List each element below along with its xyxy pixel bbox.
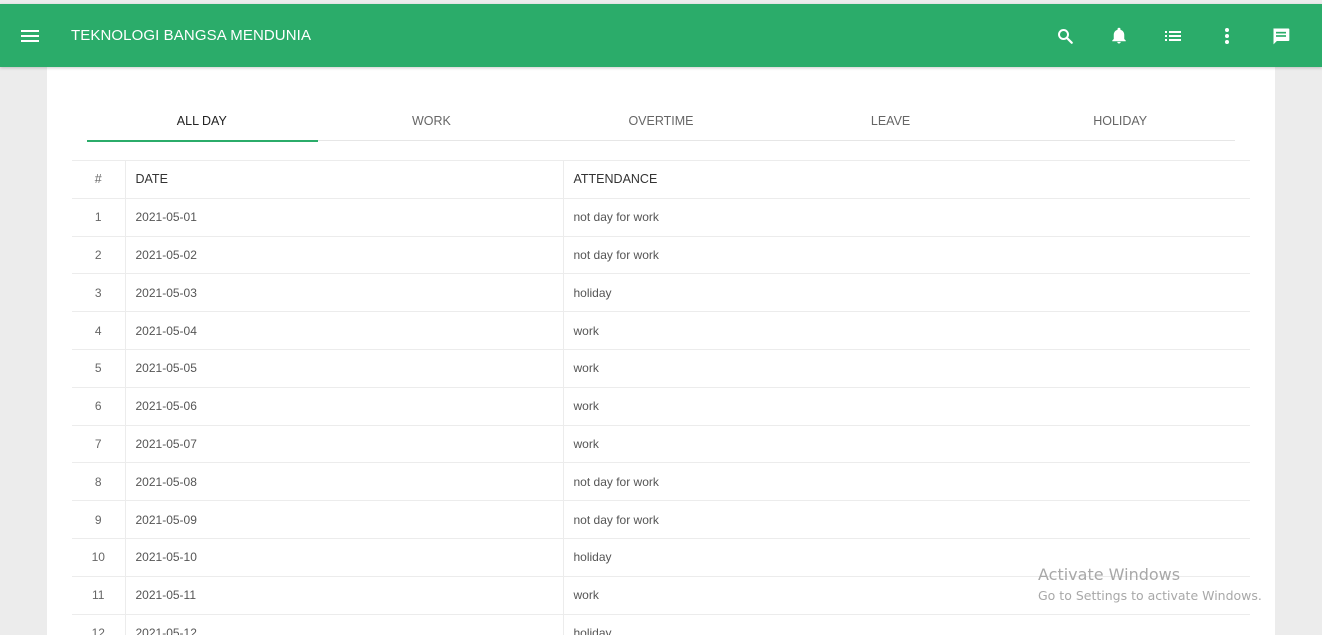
table-header-row: # DATE ATTENDANCE	[72, 160, 1250, 199]
row-date: 2021-05-09	[125, 500, 564, 539]
row-number: 5	[72, 348, 126, 388]
tab-bar: ALL DAY WORK OVERTIME LEAVE HOLIDAY	[87, 101, 1235, 142]
row-date: 2021-05-06	[125, 386, 564, 426]
table-row: 10 2021-05-10 holiday	[72, 537, 1250, 577]
row-date: 2021-05-11	[125, 575, 564, 615]
search-icon	[1058, 28, 1073, 44]
row-date: 2021-05-07	[125, 424, 564, 463]
header-date: DATE	[125, 160, 564, 199]
table-row: 11 2021-05-11 work	[72, 575, 1250, 615]
row-attendance: not day for work	[563, 235, 1250, 274]
row-attendance: work	[563, 424, 1250, 463]
tab-leave[interactable]: LEAVE	[776, 101, 1006, 141]
row-date: 2021-05-10	[125, 537, 564, 577]
row-number: 9	[72, 500, 126, 539]
row-attendance: not day for work	[563, 197, 1250, 237]
app-title: TEKNOLOGI BANGSA MENDUNIA	[71, 27, 312, 44]
row-number: 10	[72, 537, 126, 577]
header-number: #	[72, 160, 126, 199]
attendance-table-container: # DATE ATTENDANCE 1 2021-05-01 not day for…	[72, 160, 1250, 635]
table-row: 6 2021-05-06 work	[72, 386, 1250, 426]
row-attendance: holiday	[563, 273, 1250, 312]
row-number: 6	[72, 386, 126, 426]
tab-holiday[interactable]: HOLIDAY	[1005, 101, 1235, 141]
row-number: 2	[72, 235, 126, 274]
attendance-table: # DATE ATTENDANCE 1 2021-05-01 not day for…	[72, 160, 1250, 635]
table-row: 9 2021-05-09 not day for work	[72, 500, 1250, 539]
row-number: 8	[72, 462, 126, 501]
tab-work[interactable]: WORK	[317, 101, 547, 141]
table-row: 8 2021-05-08 not day for work	[72, 462, 1250, 501]
row-date: 2021-05-05	[125, 348, 564, 388]
row-attendance: not day for work	[563, 462, 1250, 501]
row-number: 4	[72, 311, 126, 350]
table-row: 4 2021-05-04 work	[72, 311, 1250, 350]
row-date: 2021-05-03	[125, 273, 564, 312]
table-row: 5 2021-05-05 work	[72, 348, 1250, 388]
chat-icon	[1273, 28, 1290, 44]
chat-button[interactable]	[1254, 4, 1308, 67]
row-attendance: work	[563, 311, 1250, 350]
row-number: 11	[72, 575, 126, 615]
tab-all-day[interactable]: ALL DAY	[87, 101, 318, 142]
row-date: 2021-05-01	[125, 197, 564, 237]
table-row: 7 2021-05-07 work	[72, 424, 1250, 463]
row-number: 12	[72, 613, 126, 635]
table-row: 1 2021-05-01 not day for work	[72, 197, 1250, 237]
attendance-card: ALL DAY WORK OVERTIME LEAVE HOLIDAY # DA…	[47, 67, 1275, 635]
bell-icon	[1112, 27, 1126, 43]
app-bar: TEKNOLOGI BANGSA MENDUNIA	[0, 4, 1322, 67]
notifications-button[interactable]	[1092, 4, 1146, 67]
table-row: 2 2021-05-02 not day for work	[72, 235, 1250, 274]
row-attendance: holiday	[563, 537, 1250, 577]
table-body: 1 2021-05-01 not day for work 2 2021-05-02 no…	[72, 197, 1250, 635]
row-attendance: holiday	[563, 613, 1250, 635]
tab-overtime[interactable]: OVERTIME	[546, 101, 776, 141]
row-attendance: not day for work	[563, 500, 1250, 539]
row-date: 2021-05-02	[125, 235, 564, 274]
table-row: 12 2021-05-12 holiday	[72, 613, 1250, 635]
row-date: 2021-05-04	[125, 311, 564, 350]
row-number: 7	[72, 424, 126, 463]
list-button[interactable]	[1146, 4, 1200, 67]
row-date: 2021-05-12	[125, 613, 564, 635]
row-number: 3	[72, 273, 126, 312]
row-number: 1	[72, 197, 126, 237]
table-row: 3 2021-05-03 holiday	[72, 273, 1250, 312]
list-icon	[1165, 30, 1181, 41]
row-attendance: work	[563, 575, 1250, 615]
row-attendance: work	[563, 386, 1250, 426]
more-vert-icon	[1225, 27, 1229, 44]
menu-button[interactable]	[0, 4, 60, 67]
row-date: 2021-05-08	[125, 462, 564, 501]
header-attendance: ATTENDANCE	[563, 160, 1250, 199]
search-button[interactable]	[1038, 4, 1092, 67]
more-options-button[interactable]	[1200, 4, 1254, 67]
menu-icon	[21, 29, 39, 42]
row-attendance: work	[563, 348, 1250, 388]
